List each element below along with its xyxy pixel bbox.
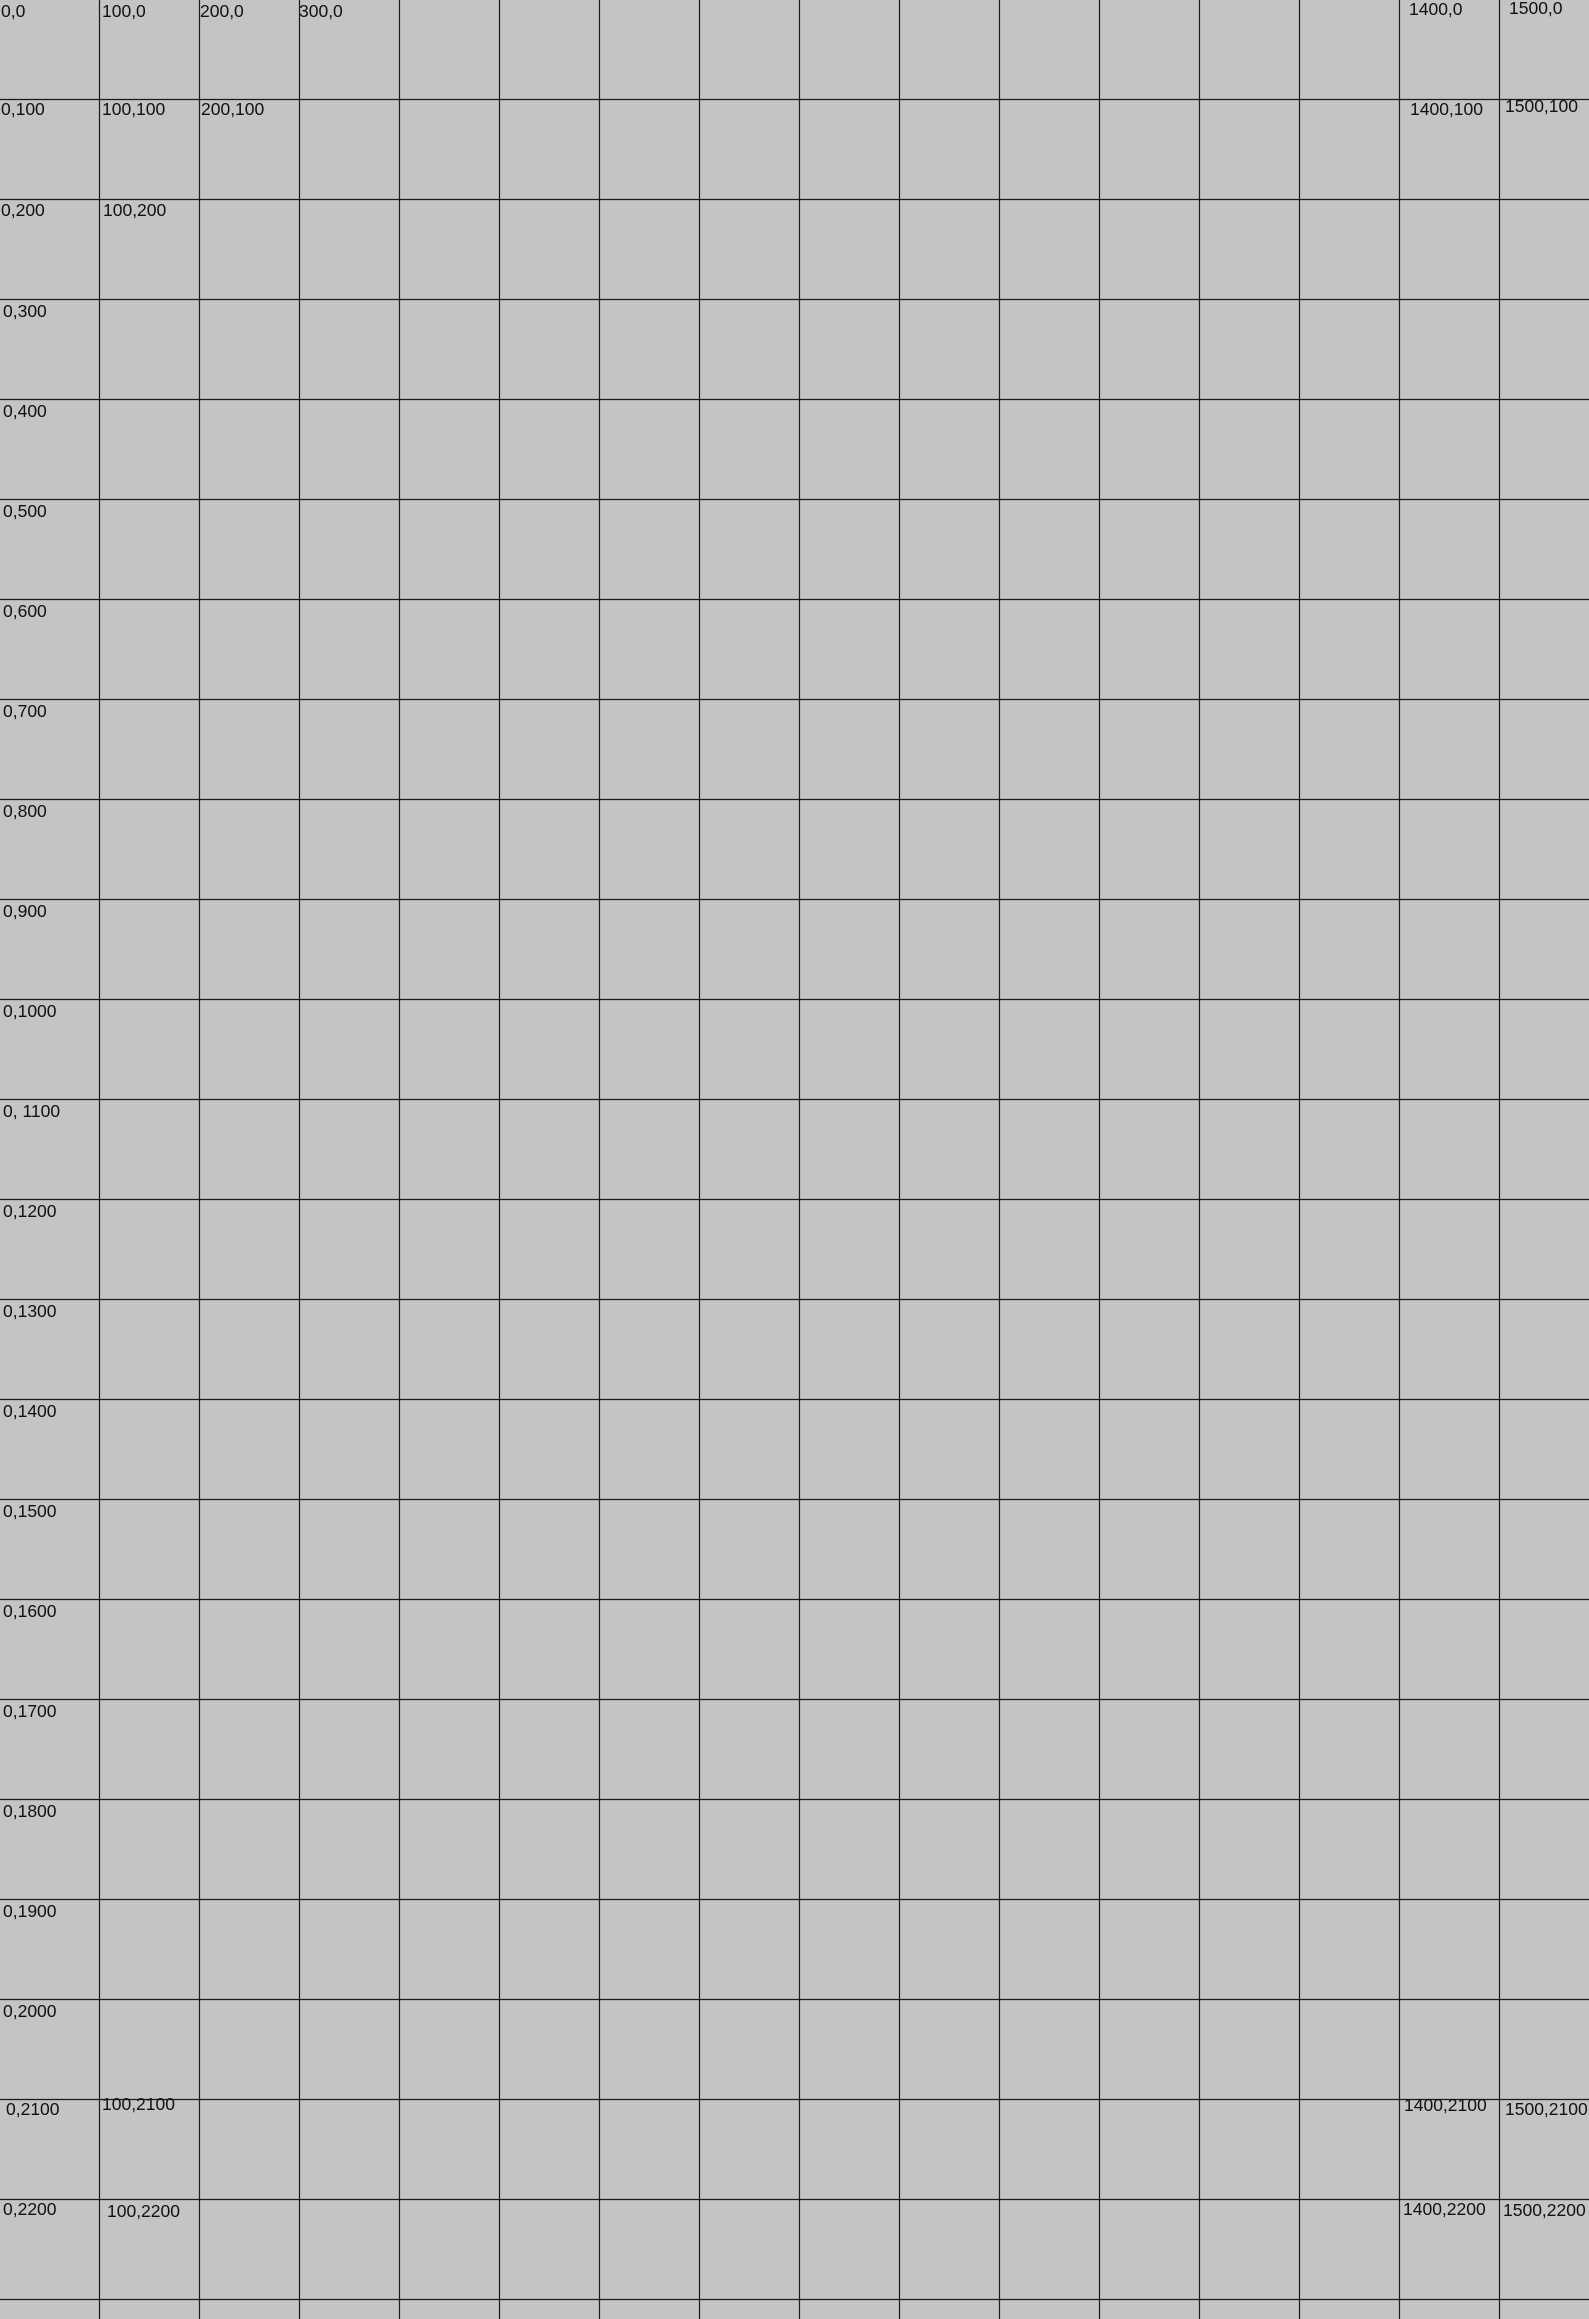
- label-0-400: 0,400: [3, 401, 47, 421]
- label-0-1200: 0,1200: [3, 1201, 57, 1221]
- coordinate-grid-canvas: 0,0 100,0 200,0 300,0 1400,0 1500,0 0,10…: [0, 0, 1589, 2319]
- label-0-700: 0,700: [3, 701, 47, 721]
- grid-lines: [0, 0, 1589, 2319]
- label-300-0: 300,0: [299, 1, 343, 21]
- label-100-2200: 100,2200: [107, 2201, 180, 2221]
- label-0-1900: 0,1900: [3, 1901, 57, 1921]
- label-1400-100: 1400,100: [1410, 99, 1483, 119]
- label-0-300: 0,300: [3, 301, 47, 321]
- label-0-1400: 0,1400: [3, 1401, 57, 1421]
- label-200-0: 200,0: [200, 1, 244, 21]
- label-200-100: 200,100: [201, 99, 265, 119]
- label-0-0: 0,0: [1, 1, 26, 21]
- label-0-500: 0,500: [3, 501, 47, 521]
- label-0-1300: 0,1300: [3, 1301, 57, 1321]
- label-0-2100: 0,2100: [6, 2099, 60, 2119]
- label-1500-2200: 1500,2200: [1503, 2200, 1586, 2220]
- label-0-1100: 0, 1100: [3, 1101, 61, 1121]
- label-0-200: 0,200: [1, 200, 45, 220]
- label-100-100: 100,100: [102, 99, 166, 119]
- label-0-1800: 0,1800: [3, 1801, 57, 1821]
- label-0-800: 0,800: [3, 801, 47, 821]
- label-1400-0: 1400,0: [1409, 0, 1463, 19]
- label-1400-2100: 1400,2100: [1404, 2095, 1487, 2115]
- label-100-2100: 100,2100: [102, 2094, 175, 2114]
- label-0-1700: 0,1700: [3, 1701, 57, 1721]
- label-0-100: 0,100: [1, 99, 45, 119]
- label-0-1500: 0,1500: [3, 1501, 57, 1521]
- label-0-1600: 0,1600: [3, 1601, 57, 1621]
- label-0-900: 0,900: [3, 901, 47, 921]
- label-1400-2200: 1400,2200: [1403, 2199, 1486, 2219]
- label-0-2200: 0,2200: [3, 2199, 57, 2219]
- label-1500-100: 1500,100: [1505, 96, 1578, 116]
- label-0-1000: 0,1000: [3, 1001, 57, 1021]
- label-0-2000: 0,2000: [3, 2001, 57, 2021]
- label-100-200: 100,200: [103, 200, 167, 220]
- label-1500-2100: 1500,2100: [1505, 2099, 1588, 2119]
- label-100-0: 100,0: [102, 1, 146, 21]
- label-1500-0: 1500,0: [1509, 0, 1563, 18]
- label-0-600: 0,600: [3, 601, 47, 621]
